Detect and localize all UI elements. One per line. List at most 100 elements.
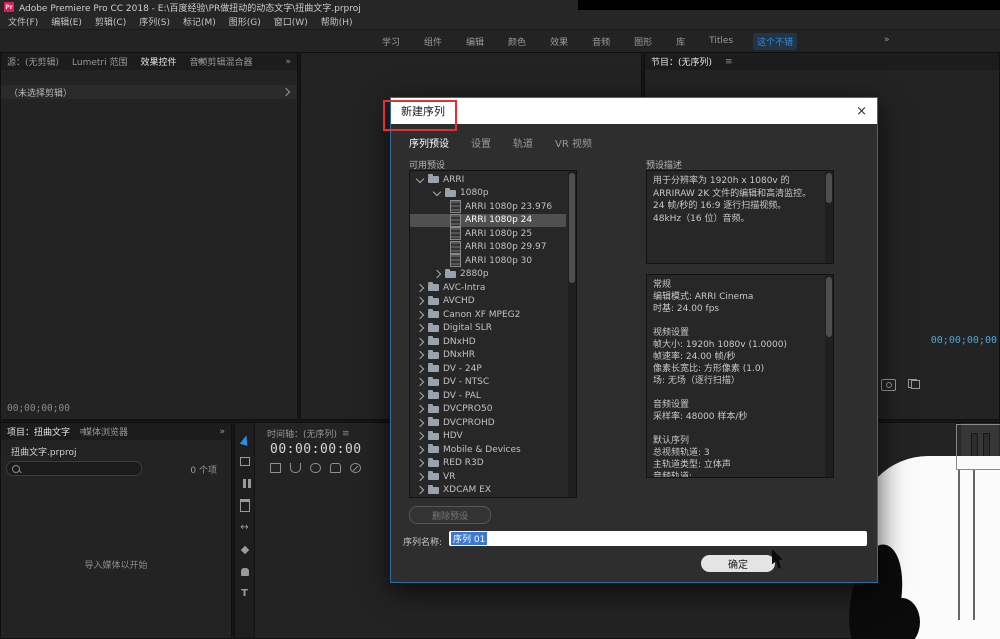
panel-menu-icon[interactable]: ≡	[197, 57, 205, 67]
preset-tree-item[interactable]: DV - PAL	[410, 389, 566, 403]
track-select-tool[interactable]	[237, 455, 253, 468]
sequence-name-input[interactable]: 序列 01	[449, 531, 867, 546]
pen-tool[interactable]	[237, 543, 253, 556]
close-icon[interactable]: ×	[856, 105, 867, 118]
scrollbar-thumb[interactable]	[826, 173, 832, 203]
timeline-tab[interactable]: 时间轴：(无序列)	[267, 427, 337, 440]
preset-tree-item[interactable]: Mobile & Devices	[410, 443, 566, 457]
panel-tab[interactable]: 项目：扭曲文字	[7, 425, 70, 438]
preset-tree-item[interactable]: RED R3D	[410, 457, 566, 471]
tree-scrollbar[interactable]	[568, 171, 576, 497]
preset-tree-item[interactable]: DV - 24P	[410, 362, 566, 376]
workspace-tab[interactable]: 这个不错	[753, 33, 797, 50]
program-tab[interactable]: 节目：(无序列)	[651, 55, 712, 68]
timeline-timecode[interactable]: 00:00:00:00	[270, 442, 362, 457]
workspace-tab[interactable]: 编辑	[462, 33, 488, 50]
menu-item[interactable]: 标记(M)	[183, 15, 216, 28]
panel-menu-icon[interactable]: ≡	[725, 57, 733, 67]
annotation-red-box	[383, 100, 457, 131]
preset-tree-item[interactable]: ARRI 1080p 30	[410, 254, 566, 268]
workspace-tab[interactable]: 音频	[588, 33, 614, 50]
slip-tool[interactable]: ↔	[237, 521, 253, 534]
preset-tree-item[interactable]: XDCAM EX	[410, 484, 566, 498]
description-scrollbar[interactable]	[825, 171, 833, 263]
menu-item[interactable]: 文件(F)	[8, 15, 38, 28]
preset-tree-item[interactable]: DNxHD	[410, 335, 566, 349]
menu-item[interactable]: 剪辑(C)	[95, 15, 126, 28]
preset-tree-item[interactable]: Digital SLR	[410, 322, 566, 336]
snap-icon[interactable]	[290, 463, 301, 473]
workspace-tab[interactable]: 颜色	[504, 33, 530, 50]
preset-tree-item[interactable]: 2880p	[410, 268, 566, 282]
ripple-edit-tool[interactable]	[237, 477, 253, 490]
timeline-settings-icon[interactable]	[350, 463, 361, 473]
menu-item[interactable]: 图形(G)	[229, 15, 261, 28]
scrollbar-thumb[interactable]	[569, 173, 575, 283]
preset-tree-item[interactable]: VR	[410, 470, 566, 484]
panel-menu-icon[interactable]: ≡	[342, 429, 350, 439]
export-frame-icon[interactable]	[881, 379, 896, 391]
preset-tree-item[interactable]: ARRI 1080p 29.97	[410, 241, 566, 255]
preset-tree-item[interactable]: DNxHR	[410, 349, 566, 363]
selection-tool[interactable]	[237, 433, 253, 446]
workspace-tab[interactable]: 图形	[630, 33, 656, 50]
dialog-tab[interactable]: 轨道	[513, 135, 533, 150]
preset-tree-item[interactable]: ARRI 1080p 23.976	[410, 200, 566, 214]
menu-item[interactable]: 序列(S)	[139, 15, 170, 28]
panel-overflow-icon[interactable]: »	[285, 57, 291, 67]
preset-tree-item[interactable]: AVCHD	[410, 295, 566, 309]
folder-icon	[428, 460, 439, 467]
preset-tree-item[interactable]: ARRI	[410, 173, 566, 187]
preset-tree-item[interactable]: HDV	[410, 430, 566, 444]
delete-preset-button[interactable]: 删除预设	[409, 506, 491, 524]
workspace-tab[interactable]: 库	[672, 33, 689, 50]
add-marker-icon[interactable]	[330, 463, 341, 473]
workspace-tab[interactable]: 效果	[546, 33, 572, 50]
detail-line: 帧速率: 24.00 帧/秒	[653, 351, 819, 363]
preset-tree-item[interactable]: ARRI 1080p 24	[410, 214, 566, 228]
workspace-overflow-icon[interactable]: »	[884, 35, 890, 45]
panel-tab[interactable]: Lumetri 范围	[72, 55, 127, 68]
project-empty-hint: 导入媒体以开始	[1, 558, 231, 571]
chevron-right-icon	[282, 88, 290, 96]
hand-tool[interactable]	[237, 565, 253, 578]
workspace-tab[interactable]: Titles	[705, 34, 737, 48]
scrollbar-thumb[interactable]	[826, 277, 832, 337]
panel-overflow-icon[interactable]: »	[219, 427, 225, 437]
panel-tab[interactable]: 媒体浏览器	[83, 425, 128, 438]
preset-tree-item[interactable]: DVCPROHD	[410, 416, 566, 430]
folder-icon	[428, 419, 439, 426]
menu-item[interactable]: 编辑(E)	[51, 15, 82, 28]
type-tool[interactable]: T	[237, 587, 253, 600]
preset-tree-item[interactable]: AVC-Intra	[410, 281, 566, 295]
panel-tab[interactable]: 效果控件	[141, 55, 177, 68]
preset-label: HDV	[443, 431, 463, 441]
preset-tree-item[interactable]: DVCPRO50	[410, 403, 566, 417]
preset-tree-item[interactable]: ARRI 1080p 25	[410, 227, 566, 241]
ok-button[interactable]: 确定	[701, 555, 775, 572]
nest-sequence-icon[interactable]	[270, 463, 281, 473]
menu-item[interactable]: 帮助(H)	[321, 15, 353, 28]
panel-tab[interactable]: 源：(无剪辑)	[7, 55, 59, 68]
details-scrollbar[interactable]	[825, 275, 833, 477]
effect-controls-timecode[interactable]: 00;00;00;00	[7, 403, 70, 414]
preset-tree-item[interactable]: Canon XF MPEG2	[410, 308, 566, 322]
razor-tool[interactable]	[237, 499, 253, 512]
workspace-tab[interactable]: 组件	[420, 33, 446, 50]
description-line: 24 帧/秒的 16:9 逐行扫描视频。	[653, 200, 819, 213]
program-timecode[interactable]: 00;00;00;00	[931, 335, 997, 346]
panel-menu-icon[interactable]: ≡	[79, 427, 87, 437]
workspace-tab[interactable]: 学习	[378, 33, 404, 50]
dialog-tab[interactable]: 序列预设	[409, 135, 449, 150]
premiere-app-icon: Pr	[4, 2, 14, 12]
dialog-tab[interactable]: 设置	[471, 135, 491, 150]
menu-item[interactable]: 窗口(W)	[274, 15, 308, 28]
linked-selection-icon[interactable]	[310, 463, 321, 473]
project-search-input[interactable]	[6, 461, 142, 476]
preset-tree-item[interactable]: 1080p	[410, 187, 566, 201]
comparison-view-icon[interactable]	[908, 379, 920, 389]
preset-tree-item[interactable]: DV - NTSC	[410, 376, 566, 390]
project-file-name[interactable]: 扭曲文字.prproj	[11, 445, 77, 458]
dialog-tab[interactable]: VR 视频	[555, 135, 592, 150]
preset-details-box: 常规编辑模式: ARRI Cinema时基: 24.00 fps视频设置帧大小:…	[646, 274, 834, 478]
